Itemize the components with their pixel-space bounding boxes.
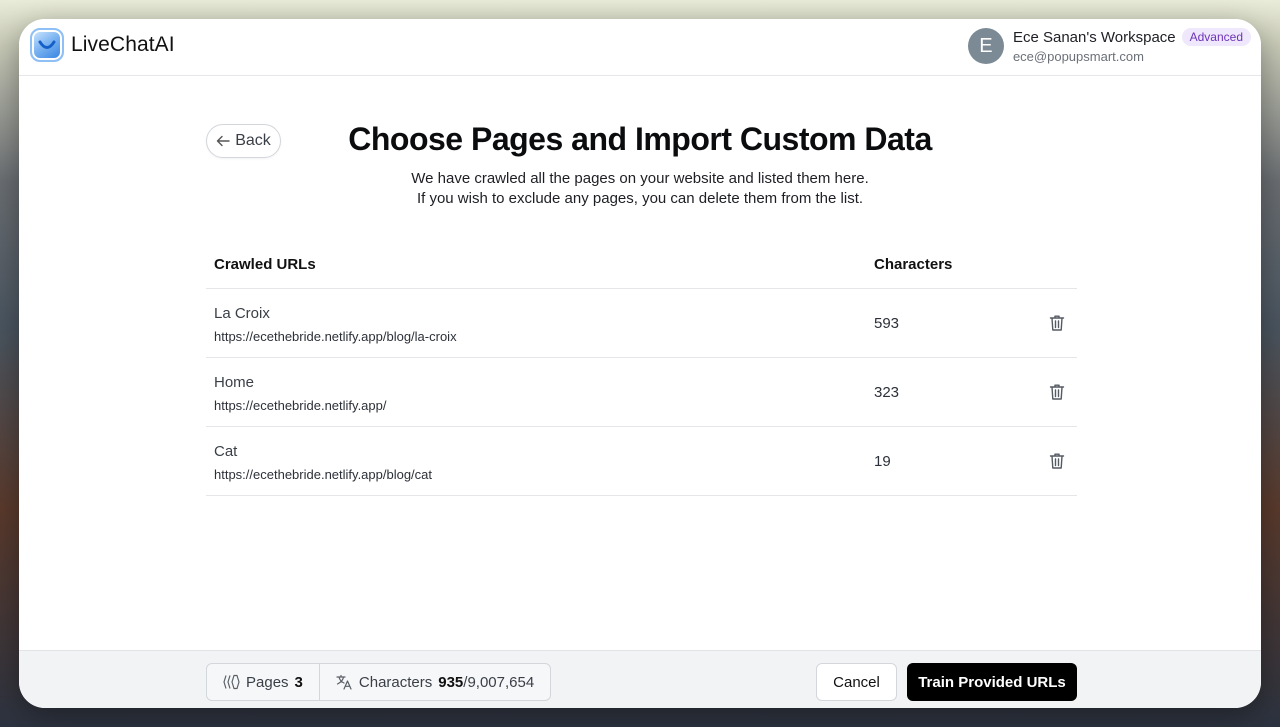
table-row: Home https://ecethebride.netlify.app/ 32… <box>206 358 1077 427</box>
page-url: https://ecethebride.netlify.app/blog/cat <box>214 467 433 482</box>
character-count: 323 <box>874 384 900 401</box>
user-info: Ece Sanan's Workspace Advanced ece@popup… <box>1013 28 1251 64</box>
footer-bar: Pages 3 Characters 935/9,007,654 Cancel … <box>19 650 1261 708</box>
characters-label: Characters <box>358 673 433 691</box>
plan-badge: Advanced <box>1181 28 1251 46</box>
characters-limit: /9,007,654 <box>463 673 535 691</box>
column-header-characters: Characters <box>874 256 953 273</box>
train-urls-button[interactable]: Train Provided URLs <box>907 663 1077 701</box>
page-name: Cat <box>214 443 238 460</box>
pages-stack-icon <box>223 674 240 690</box>
table-row: Cat https://ecethebride.netlify.app/blog… <box>206 427 1077 496</box>
subtitle-line-1: We have crawled all the pages on your we… <box>411 170 869 187</box>
workspace-name: Ece Sanan's Workspace <box>1012 28 1176 46</box>
cancel-button[interactable]: Cancel <box>816 663 897 701</box>
character-count: 19 <box>874 453 891 470</box>
trash-icon[interactable] <box>1047 451 1067 471</box>
user-menu[interactable]: E Ece Sanan's Workspace Advanced ece@pop… <box>967 28 1251 64</box>
usage-stats: Pages 3 Characters 935/9,007,654 <box>206 663 552 701</box>
page-title: Choose Pages and Import Custom Data <box>348 121 932 157</box>
page-url: https://ecethebride.netlify.app/ <box>214 398 387 413</box>
pages-label: Pages <box>246 673 289 691</box>
trash-icon[interactable] <box>1047 382 1067 402</box>
characters-used: 935 <box>438 673 464 691</box>
app-name: LiveChatAI <box>71 33 175 56</box>
pages-value: 3 <box>294 673 303 691</box>
subtitle-line-2: If you wish to exclude any pages, you ca… <box>416 190 864 207</box>
table-header: Crawled URLs Characters <box>206 244 1077 289</box>
trash-icon[interactable] <box>1047 313 1067 333</box>
pages-stat: Pages 3 <box>207 664 319 700</box>
page-subtitle: We have crawled all the pages on your we… <box>19 169 1261 209</box>
page-url: https://ecethebride.netlify.app/blog/la-… <box>214 329 457 344</box>
page-name: La Croix <box>214 305 270 322</box>
characters-stat: Characters 935/9,007,654 <box>318 664 550 700</box>
livechatai-logo-icon <box>30 28 64 62</box>
table-row: La Croix https://ecethebride.netlify.app… <box>206 289 1077 358</box>
app-window: LiveChatAI E Ece Sanan's Workspace Advan… <box>19 19 1261 708</box>
logo[interactable]: LiveChatAI <box>30 28 175 62</box>
translate-icon <box>336 674 352 690</box>
page-name: Home <box>214 374 255 391</box>
character-count: 593 <box>874 315 900 332</box>
crawled-urls-table: Crawled URLs Characters La Croix https:/… <box>206 244 1077 496</box>
top-bar: LiveChatAI E Ece Sanan's Workspace Advan… <box>19 19 1261 76</box>
column-header-urls: Crawled URLs <box>214 256 316 273</box>
user-email: ece@popupsmart.com <box>1012 49 1144 64</box>
avatar: E <box>967 28 1004 64</box>
